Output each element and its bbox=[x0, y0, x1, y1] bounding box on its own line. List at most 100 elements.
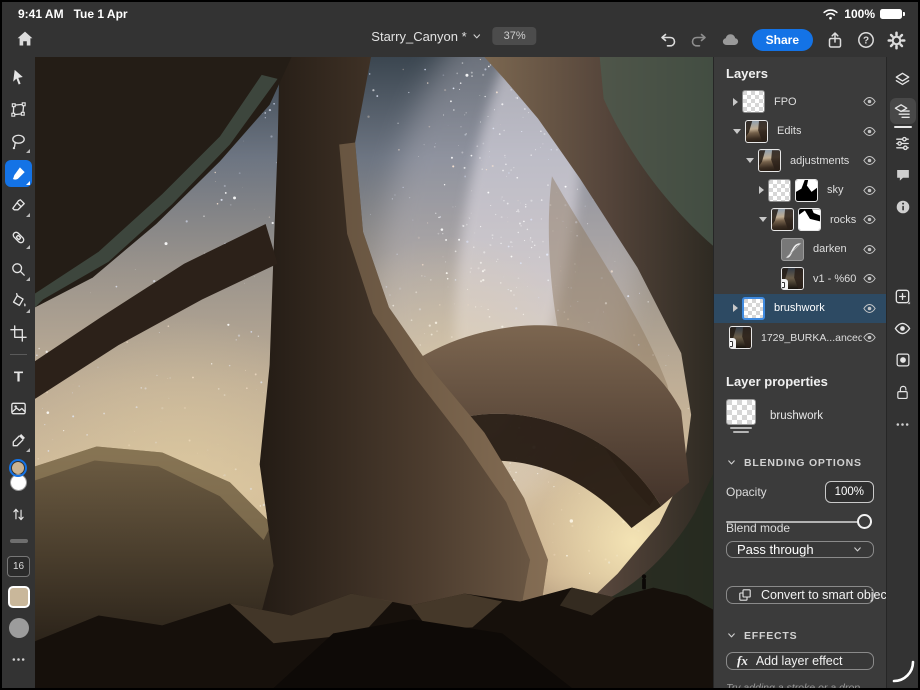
mask-panel-button[interactable] bbox=[890, 347, 916, 373]
export-icon bbox=[825, 30, 845, 50]
effects-header[interactable]: EFFECTS bbox=[714, 620, 886, 648]
lock-panel-button[interactable] bbox=[890, 379, 916, 405]
blending-options-header[interactable]: BLENDING OPTIONS bbox=[714, 447, 886, 475]
layer-thumbnail[interactable] bbox=[771, 208, 794, 231]
chevron-down-icon bbox=[472, 31, 483, 42]
layer-row-rocks[interactable]: rocks bbox=[714, 205, 886, 235]
crop-tool[interactable] bbox=[5, 320, 32, 347]
layer-row-1729-burka-anced-nr33[interactable]: 1729_BURKA...anced-NR33 bbox=[714, 323, 886, 353]
svg-text:?: ? bbox=[862, 36, 868, 47]
layer-visibility-eye-icon[interactable] bbox=[862, 242, 877, 257]
toolbar-more-button[interactable] bbox=[5, 646, 32, 673]
layer-visibility-eye-icon[interactable] bbox=[862, 301, 877, 316]
document-canvas[interactable] bbox=[35, 57, 713, 688]
right-icon-bar bbox=[886, 57, 918, 688]
layer-row-fpo[interactable]: FPO bbox=[714, 87, 886, 117]
layer-thumbnail[interactable] bbox=[758, 149, 781, 172]
eraser-tool[interactable] bbox=[5, 192, 32, 219]
layer-mask-thumbnail[interactable] bbox=[795, 179, 818, 202]
smart-object-thumbnail[interactable] bbox=[781, 267, 804, 290]
collapse-triangle-icon[interactable] bbox=[759, 217, 767, 222]
collapse-triangle-icon[interactable] bbox=[733, 129, 741, 134]
layer-thumbnail[interactable] bbox=[745, 120, 768, 143]
layer-thumbnail[interactable] bbox=[768, 179, 791, 202]
expand-triangle-icon[interactable] bbox=[733, 304, 738, 312]
healing-tool[interactable] bbox=[5, 224, 32, 251]
visibility-panel-button[interactable] bbox=[890, 315, 916, 341]
color-well[interactable] bbox=[7, 459, 31, 495]
layer-visibility-eye-icon[interactable] bbox=[862, 330, 877, 345]
toolbar-drag-handle[interactable] bbox=[10, 539, 28, 543]
type-tool[interactable]: T bbox=[5, 363, 32, 390]
expand-triangle-icon[interactable] bbox=[733, 98, 738, 106]
layer-row-darken[interactable]: darken bbox=[714, 235, 886, 265]
layer-name: darken bbox=[813, 243, 847, 255]
help-button[interactable]: ? bbox=[852, 27, 879, 53]
layer-name: rocks bbox=[830, 214, 856, 226]
battery-icon bbox=[880, 9, 902, 19]
layers-panel-title: Layers bbox=[714, 57, 886, 87]
brush-color-swatch[interactable] bbox=[8, 586, 30, 608]
layer-row-v1-60[interactable]: v1 - %60 bbox=[714, 264, 886, 294]
layers-panel: Layers FPOEditsadjustments sky rocks darken… bbox=[713, 57, 886, 688]
layer-visibility-eye-icon[interactable] bbox=[862, 153, 877, 168]
add-layer-effect-button[interactable]: fx Add layer effect bbox=[726, 652, 874, 670]
smart-object-thumbnail[interactable] bbox=[729, 326, 752, 349]
move-tool[interactable] bbox=[5, 64, 32, 91]
brush-opacity-swatch[interactable] bbox=[9, 618, 29, 638]
corner-gesture-indicator bbox=[890, 658, 916, 684]
share-button[interactable]: Share bbox=[752, 29, 813, 51]
blend-mode-dropdown[interactable]: Pass through bbox=[726, 541, 874, 558]
opacity-slider-knob[interactable] bbox=[857, 514, 872, 529]
cloud-sync-button[interactable] bbox=[717, 27, 744, 53]
layer-row-sky[interactable]: sky bbox=[714, 176, 886, 206]
redo-button[interactable] bbox=[686, 27, 713, 53]
opacity-value-field[interactable]: 100% bbox=[825, 481, 874, 503]
tool-bar: T 16 bbox=[2, 57, 35, 688]
export-button[interactable] bbox=[821, 27, 848, 53]
swap-colors-button[interactable] bbox=[5, 501, 32, 528]
layer-mask-thumbnail[interactable] bbox=[798, 208, 821, 231]
brush-tool[interactable] bbox=[5, 160, 32, 187]
transform-tool[interactable] bbox=[5, 96, 32, 123]
expand-triangle-icon[interactable] bbox=[759, 186, 764, 194]
adjustment-layer-thumbnail[interactable] bbox=[781, 238, 804, 261]
layer-row-brushwork[interactable]: brushwork bbox=[714, 294, 886, 324]
adjustments-panel-button[interactable] bbox=[890, 130, 916, 156]
info-panel-button[interactable] bbox=[890, 194, 916, 220]
brush-size-field[interactable]: 16 bbox=[7, 556, 30, 577]
collapse-triangle-icon[interactable] bbox=[746, 158, 754, 163]
layers-panel-button[interactable] bbox=[890, 66, 916, 92]
undo-button[interactable] bbox=[655, 27, 682, 53]
home-button[interactable] bbox=[12, 26, 38, 52]
document-title: Starry_Canyon * bbox=[371, 29, 466, 44]
convert-to-smart-object-button[interactable]: Convert to smart object bbox=[726, 586, 874, 604]
foreground-color-swatch[interactable] bbox=[9, 459, 27, 477]
fill-tool[interactable] bbox=[5, 288, 32, 315]
layer-visibility-eye-icon[interactable] bbox=[862, 212, 877, 227]
place-photo-tool[interactable] bbox=[5, 395, 32, 422]
layer-thumbnail[interactable] bbox=[742, 297, 765, 320]
layer-name: sky bbox=[827, 184, 844, 196]
layer-thumbnail[interactable] bbox=[742, 90, 765, 113]
layer-visibility-eye-icon[interactable] bbox=[862, 271, 877, 286]
home-icon bbox=[15, 29, 35, 49]
layer-name: brushwork bbox=[774, 302, 825, 314]
layer-properties-panel-button[interactable] bbox=[890, 98, 916, 124]
document-title-dropdown[interactable]: Starry_Canyon * bbox=[371, 29, 482, 44]
layer-visibility-eye-icon[interactable] bbox=[862, 124, 877, 139]
layer-visibility-eye-icon[interactable] bbox=[862, 94, 877, 109]
layer-visibility-eye-icon[interactable] bbox=[862, 183, 877, 198]
comments-panel-button[interactable] bbox=[890, 162, 916, 188]
chevron-down-icon bbox=[726, 630, 737, 641]
more-panel-button[interactable] bbox=[890, 411, 916, 437]
canyon-photo bbox=[35, 57, 713, 688]
magnify-tool[interactable] bbox=[5, 256, 32, 283]
settings-button[interactable] bbox=[883, 27, 910, 53]
layer-row-edits[interactable]: Edits bbox=[714, 117, 886, 147]
lasso-tool[interactable] bbox=[5, 128, 32, 155]
zoom-level-badge[interactable]: 37% bbox=[493, 27, 537, 45]
layer-row-adjustments[interactable]: adjustments bbox=[714, 146, 886, 176]
add-layer-panel-button[interactable] bbox=[890, 283, 916, 309]
eyedropper-tool[interactable] bbox=[5, 427, 32, 454]
